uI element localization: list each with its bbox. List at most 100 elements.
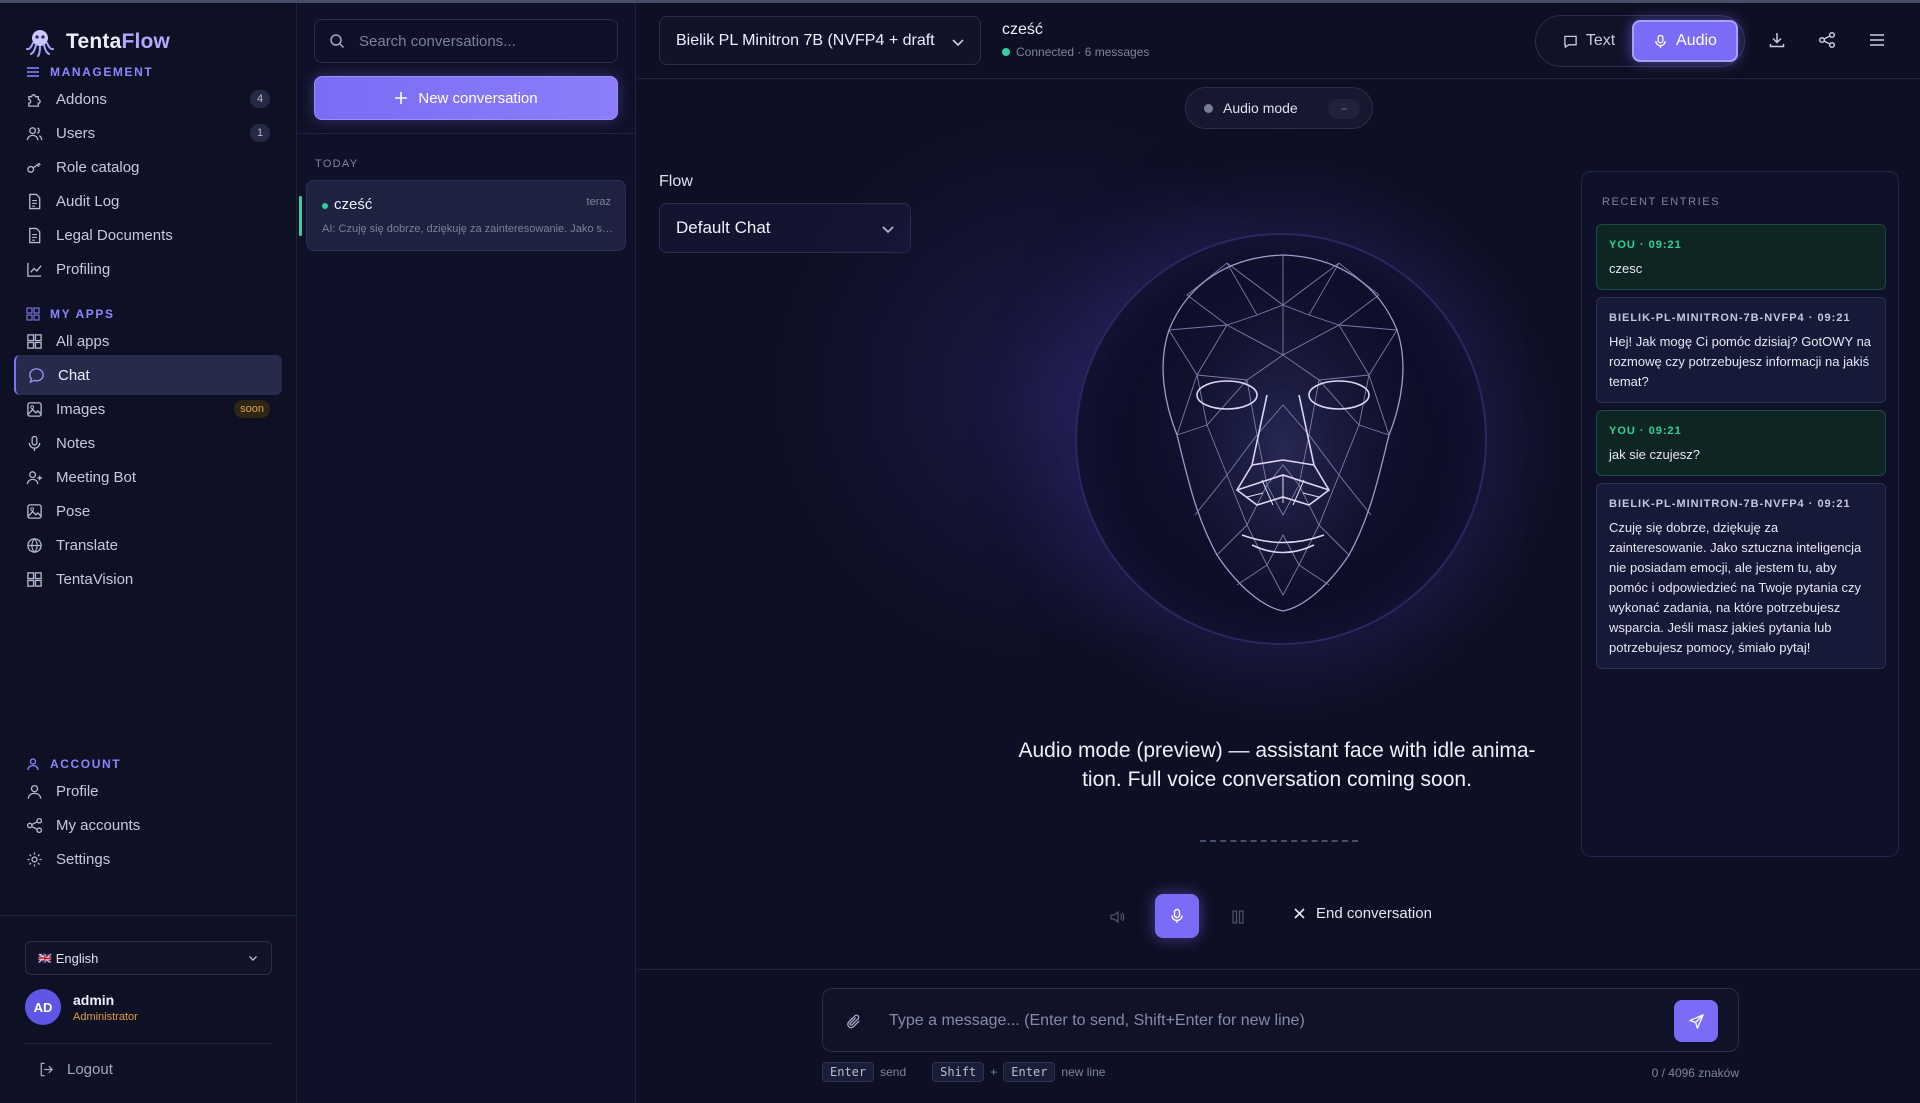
brand-name: TentaFlow xyxy=(66,30,171,53)
document-icon xyxy=(29,193,41,209)
conversation-snippet: AI: Czuję się dobrze, dziękuję za zainte… xyxy=(322,223,614,235)
new-conversation-button[interactable]: New conversation xyxy=(314,76,618,120)
count-badge: 1 xyxy=(250,124,270,142)
language-select[interactable]: 🇬🇧 English xyxy=(25,941,272,975)
conversation-item[interactable]: cześć teraz AI: Czuję się dobrze, dzięku… xyxy=(299,180,626,251)
status-dot xyxy=(1204,103,1213,113)
sidebar-item-label: All apps xyxy=(56,332,110,350)
recent-entry: YOU · 09:21 jak sie czujesz? xyxy=(1596,410,1886,476)
online-dot xyxy=(322,203,328,209)
sidebar-item-label: Profile xyxy=(56,782,99,800)
sidebar-item-label: My accounts xyxy=(56,816,141,834)
conversations-divider xyxy=(298,133,636,134)
text-mode-button[interactable]: Text xyxy=(1550,20,1628,62)
microphone-icon xyxy=(28,435,41,451)
transcript-placeholder-line xyxy=(1200,840,1358,842)
hamburger-menu-icon[interactable] xyxy=(1867,30,1887,50)
sidebar-item-label: TentaVision xyxy=(56,570,134,588)
plus-icon xyxy=(395,92,408,104)
kbd-shift: Shift xyxy=(932,1062,985,1082)
chat-bubble-icon xyxy=(29,367,44,383)
search-input[interactable] xyxy=(359,32,599,50)
user-icon xyxy=(27,758,39,771)
chart-line-icon xyxy=(27,262,42,277)
status-dot xyxy=(1002,48,1010,56)
recent-entries-title: RECENT ENTRIES xyxy=(1602,196,1721,208)
send-button[interactable] xyxy=(1674,1000,1718,1042)
sidebar-item-settings[interactable]: Settings xyxy=(14,839,282,879)
search-icon xyxy=(330,34,345,49)
section-my-apps: MY APPS xyxy=(26,307,115,321)
sidebar-item-label: Addons xyxy=(56,90,107,108)
user-role: Administrator xyxy=(73,1010,138,1023)
audio-mode-button[interactable]: Audio xyxy=(1632,20,1738,62)
chat-topbar: Bielik PL Minitron 7B (NVFP4 + draft cze… xyxy=(637,3,1920,79)
close-icon xyxy=(1294,908,1305,919)
active-indicator xyxy=(299,196,302,236)
gear-icon xyxy=(27,851,42,867)
recent-entry: BIELIK-PL-MINITRON-7B-NVFP4 · 09:21 Hej!… xyxy=(1596,297,1886,403)
chevron-down-icon xyxy=(952,39,964,47)
sidebar-item-label: Chat xyxy=(58,366,90,384)
search-box[interactable] xyxy=(314,19,618,63)
connection-status: Connected · 6 messages xyxy=(1002,45,1149,59)
sidebar-item-label: Images xyxy=(56,400,106,418)
entry-author: BIELIK-PL-MINITRON-7B-NVFP4 · 09:21 xyxy=(1609,312,1851,324)
assistant-face-avatar xyxy=(1075,233,1487,645)
logout-button[interactable]: Logout xyxy=(38,1061,113,1078)
conversation-group-label: TODAY xyxy=(315,158,359,170)
chat-bubble-icon xyxy=(1564,35,1577,48)
conversation-title: cześć xyxy=(334,196,373,213)
keyboard-hints: Enter send Shift + Enter new line xyxy=(822,1062,1105,1082)
model-value: Bielik PL Minitron 7B (NVFP4 + draft xyxy=(676,31,935,49)
download-icon[interactable] xyxy=(1767,30,1787,50)
recent-entry: BIELIK-PL-MINITRON-7B-NVFP4 · 09:21 Czuj… xyxy=(1596,483,1886,669)
kbd-enter: Enter xyxy=(822,1062,875,1082)
user-card[interactable]: AD admin Administrator xyxy=(25,989,138,1025)
recent-entry: YOU · 09:21 czesc xyxy=(1596,224,1886,290)
octopus-logo-icon xyxy=(26,30,54,57)
entry-text: Hej! Jak mogę Ci pomóc dzisiaj? GotOWY n… xyxy=(1609,334,1872,389)
character-counter: 0 / 4096 znaków xyxy=(1651,1066,1739,1080)
user-plus-icon xyxy=(26,470,43,484)
flag-icon: 🇬🇧 xyxy=(38,952,52,965)
language-value: English xyxy=(55,950,99,966)
message-input[interactable] xyxy=(889,1007,1649,1035)
pause-icon[interactable] xyxy=(1231,909,1245,925)
flow-label: Flow xyxy=(659,173,693,190)
wireframe-face-illustration xyxy=(1162,254,1404,612)
model-select[interactable]: Bielik PL Minitron 7B (NVFP4 + draft xyxy=(659,16,981,65)
message-composer xyxy=(822,988,1739,1052)
sidebar-item-label: Role catalog xyxy=(56,158,140,176)
microphone-button[interactable] xyxy=(1155,894,1199,938)
paperclip-icon[interactable] xyxy=(845,1013,862,1030)
puzzle-icon xyxy=(28,93,41,107)
entry-text: jak sie czujesz? xyxy=(1609,447,1701,462)
share-icon[interactable] xyxy=(1817,30,1837,50)
sidebar-item-profiling[interactable]: Profiling xyxy=(14,249,282,289)
audio-mode-chip: Audio mode – xyxy=(1185,87,1373,129)
conversations-panel: New conversation TODAY cześć teraz AI: C… xyxy=(298,3,636,1103)
entry-author: YOU · 09:21 xyxy=(1609,239,1682,251)
sidebar-divider xyxy=(0,915,297,916)
sidebar-item-label: Meeting Bot xyxy=(56,468,137,486)
send-icon xyxy=(1688,1013,1704,1029)
user-icon xyxy=(27,784,42,799)
image-icon xyxy=(27,503,42,519)
sidebar-item-label: Audit Log xyxy=(56,192,120,210)
end-conversation-button[interactable]: End conversation xyxy=(1293,905,1432,922)
microphone-icon xyxy=(1171,908,1183,923)
volume-icon[interactable] xyxy=(1109,909,1125,925)
share-icon xyxy=(26,817,43,833)
entry-text: Czuję się dobrze, dziękuję za zaintereso… xyxy=(1609,520,1862,655)
user-name: admin xyxy=(73,991,115,1008)
brand[interactable]: TentaFlow xyxy=(24,26,170,58)
microphone-icon xyxy=(1655,34,1666,48)
users-icon xyxy=(26,126,43,140)
entry-author: BIELIK-PL-MINITRON-7B-NVFP4 · 09:21 xyxy=(1609,498,1851,510)
mode-toggle: Text Audio xyxy=(1535,15,1745,67)
sidebar-item-tentavision[interactable]: TentaVision xyxy=(14,559,282,599)
image-icon xyxy=(27,401,42,417)
section-account: ACCOUNT xyxy=(26,757,121,771)
conversation-time: teraz xyxy=(586,196,611,208)
